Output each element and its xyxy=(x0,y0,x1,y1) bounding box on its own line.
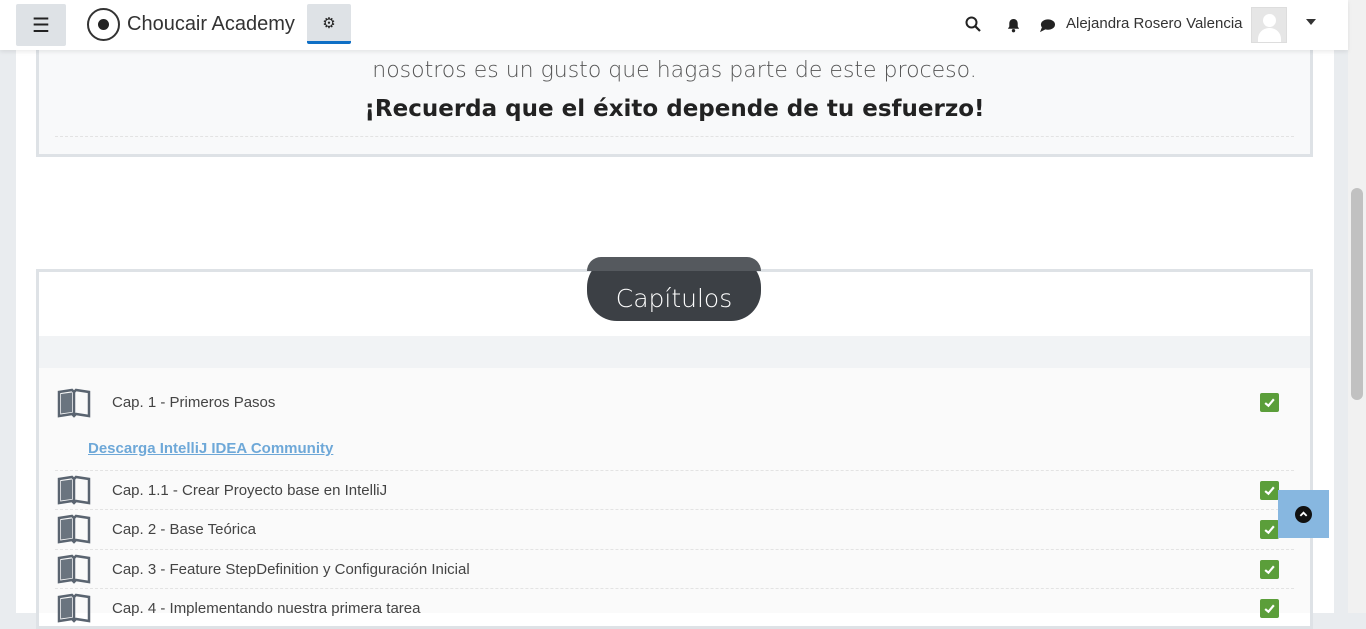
completion-checkbox[interactable] xyxy=(1260,519,1279,539)
menu-toggle-button[interactable]: ☰ xyxy=(16,4,66,46)
book-icon xyxy=(57,388,91,418)
avatar[interactable] xyxy=(1251,7,1287,43)
completion-checkbox[interactable] xyxy=(1260,480,1279,500)
chapters-title: Capítulos xyxy=(587,257,761,321)
site-brand[interactable]: Choucair Academy xyxy=(87,8,295,41)
intro-text: nosotros es un gusto que hagas parte de … xyxy=(372,58,977,83)
book-icon xyxy=(57,475,91,505)
bell-icon[interactable] xyxy=(1003,15,1023,35)
chapter-title[interactable]: Cap. 1 - Primeros Pasos xyxy=(112,394,275,411)
completion-checkbox[interactable] xyxy=(1260,559,1279,579)
top-navbar: ☰ Choucair Academy ⚙ Alejandra Rosero Va… xyxy=(0,0,1348,50)
user-name[interactable]: Alejandra Rosero Valencia xyxy=(1066,15,1243,32)
chapter-title[interactable]: Cap. 4 - Implementando nuestra primera t… xyxy=(112,600,421,617)
back-to-top-button[interactable] xyxy=(1278,490,1329,538)
scrollbar-thumb[interactable] xyxy=(1351,188,1363,400)
book-icon xyxy=(57,554,91,584)
chapters-title-text: Capítulos xyxy=(615,283,733,313)
completion-checkbox[interactable] xyxy=(1260,393,1279,412)
scrollbar[interactable] xyxy=(1348,0,1366,613)
chapter-title[interactable]: Cap. 2 - Base Teórica xyxy=(112,521,256,538)
download-intellij-link[interactable]: Descarga IntelliJ IDEA Community xyxy=(88,440,333,457)
chapter-row[interactable]: Cap. 1.1 - Crear Proyecto base en Intell… xyxy=(55,470,1294,509)
chapter-row[interactable]: Cap. 4 - Implementando nuestra primera t… xyxy=(55,588,1294,627)
chapter-row[interactable]: Cap. 3 - Feature StepDefinition y Config… xyxy=(55,549,1294,588)
settings-icon: ⚙ xyxy=(322,14,336,32)
menu-icon: ☰ xyxy=(32,14,50,37)
chapter-row[interactable]: Cap. 2 - Base Teórica xyxy=(55,509,1294,548)
chapter-row[interactable]: Cap. 1 - Primeros Pasos xyxy=(55,383,1294,422)
completion-checkbox[interactable] xyxy=(1260,598,1279,618)
chapter-title[interactable]: Cap. 1.1 - Crear Proyecto base en Intell… xyxy=(112,482,387,499)
book-icon xyxy=(57,593,91,623)
caret-down-icon[interactable] xyxy=(1306,19,1316,25)
chevron-up-icon xyxy=(1295,505,1312,523)
book-icon xyxy=(57,514,91,544)
search-icon[interactable] xyxy=(963,14,983,34)
site-name: Choucair Academy xyxy=(127,13,295,35)
chat-icon[interactable] xyxy=(1037,15,1057,35)
chapters-header-band xyxy=(39,336,1310,368)
chapter-title[interactable]: Cap. 3 - Feature StepDefinition y Config… xyxy=(112,561,470,578)
intro-motto: ¡Recuerda que el éxito depende de tu esf… xyxy=(364,96,985,122)
settings-button[interactable]: ⚙ xyxy=(307,4,351,44)
site-logo xyxy=(87,8,120,41)
divider xyxy=(55,136,1294,137)
